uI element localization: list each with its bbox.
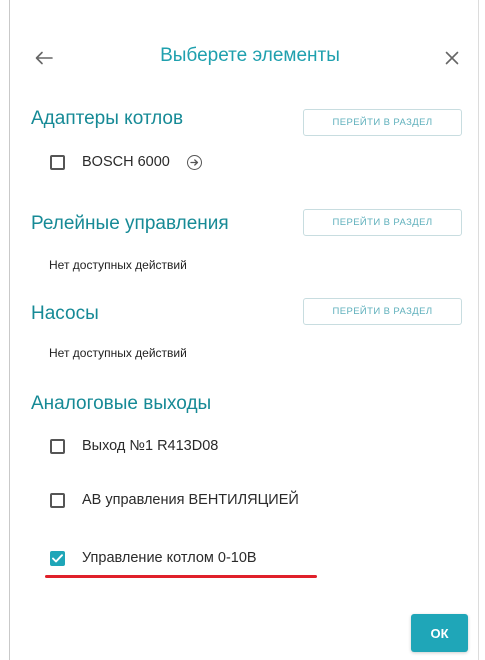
checkbox-bosch-6000[interactable] <box>50 154 65 170</box>
close-icon[interactable] <box>440 46 464 70</box>
checkbox-ventilation-control[interactable] <box>50 492 65 508</box>
checkbox-output-1[interactable] <box>50 438 65 454</box>
section-title-relay-controls: Релейные управления <box>31 213 229 234</box>
select-elements-dialog: Выберете элементы Адаптеры котлов ПЕРЕЙТ… <box>0 0 485 660</box>
item-label: Управление котлом 0-10В <box>82 550 257 566</box>
arrow-right-circle-icon[interactable] <box>186 154 202 170</box>
empty-state-text: Нет доступных действий <box>49 258 187 272</box>
section-title-pumps: Насосы <box>31 303 99 324</box>
ok-button[interactable]: ОК <box>411 614 468 652</box>
checkbox-boiler-control[interactable] <box>50 550 65 566</box>
item-label: Выход №1 R413D08 <box>82 438 219 454</box>
section-title-boiler-adapters: Адаптеры котлов <box>31 108 184 129</box>
item-label: BOSCH 6000 <box>82 154 170 170</box>
dialog-title: Выберете элементы <box>160 45 340 66</box>
list-item-output-1: Выход №1 R413D08 <box>50 435 218 457</box>
list-item-bosch-6000: BOSCH 6000 <box>50 151 202 173</box>
arrow-left-icon[interactable] <box>32 46 56 70</box>
dialog-left-border <box>9 0 10 660</box>
checkmark-icon <box>52 553 63 562</box>
goto-section-button-pumps[interactable]: ПЕРЕЙТИ В РАЗДЕЛ <box>303 298 462 325</box>
goto-section-button-boiler-adapters[interactable]: ПЕРЕЙТИ В РАЗДЕЛ <box>303 109 462 136</box>
empty-state-text: Нет доступных действий <box>49 346 187 360</box>
goto-section-button-relay-controls[interactable]: ПЕРЕЙТИ В РАЗДЕЛ <box>303 209 462 236</box>
highlight-underline <box>45 575 317 578</box>
dialog-right-border <box>478 0 479 660</box>
section-title-analog-outputs: Аналоговые выходы <box>31 393 212 414</box>
list-item-ventilation-control: АВ управления ВЕНТИЛЯЦИЕЙ <box>50 489 299 511</box>
item-label: АВ управления ВЕНТИЛЯЦИЕЙ <box>82 492 299 508</box>
list-item-boiler-control: Управление котлом 0-10В <box>50 547 257 569</box>
